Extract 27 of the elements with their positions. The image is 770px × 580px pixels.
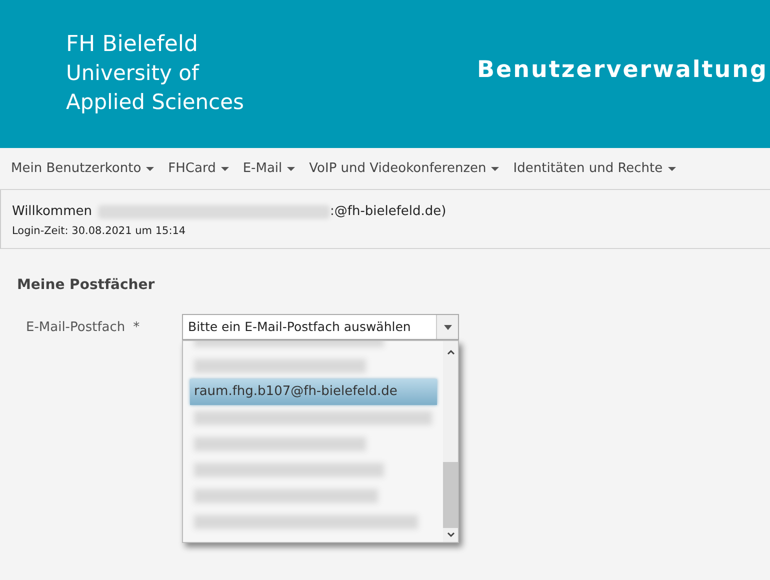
scroll-up-icon[interactable]	[446, 349, 454, 355]
selected-option[interactable]: raum.fhg.b107@fh-bielefeld.de	[190, 379, 437, 405]
scrollbar-thumb[interactable]	[443, 462, 458, 528]
nav-menu-item[interactable]: Mein Benutzerkonto	[11, 158, 154, 178]
logo-text: FH Bielefeld	[66, 31, 199, 59]
page-title: Benutzerverwaltung	[477, 56, 769, 85]
caret-icon	[491, 166, 500, 170]
nav-menu-item[interactable]: FHCard	[168, 158, 229, 178]
caret-icon	[220, 166, 229, 170]
login-time: Login-Zeit: 30.08.2021 um 15:14	[12, 224, 187, 238]
welcome-text: Willkommen	[12, 203, 92, 221]
caret-icon	[146, 166, 154, 170]
caret-icon	[444, 324, 452, 330]
logo-text: Applied Sciences	[66, 89, 244, 116]
logo-text: University of	[66, 60, 200, 87]
caret-icon	[668, 166, 676, 170]
caret-icon	[287, 166, 296, 170]
nav-menu-item[interactable]: Identitäten und Rechte	[513, 158, 676, 178]
nav-menu-item[interactable]: VoIP und Videokonferenzen	[309, 158, 500, 178]
mailbox-select[interactable]: Bitte ein E-Mail-Postfach auswählen	[182, 314, 459, 340]
scrollbar[interactable]	[443, 341, 458, 542]
welcome-email-text: :@fh-bielefeld.de)	[330, 203, 446, 221]
nav-menu-item[interactable]: E-Mail	[242, 158, 296, 178]
field-label: E-Mail-Postfach	[26, 319, 126, 337]
scroll-down-icon[interactable]	[446, 532, 454, 538]
required-mark: *	[133, 319, 140, 337]
section-title: Meine Postfächer	[17, 276, 156, 295]
